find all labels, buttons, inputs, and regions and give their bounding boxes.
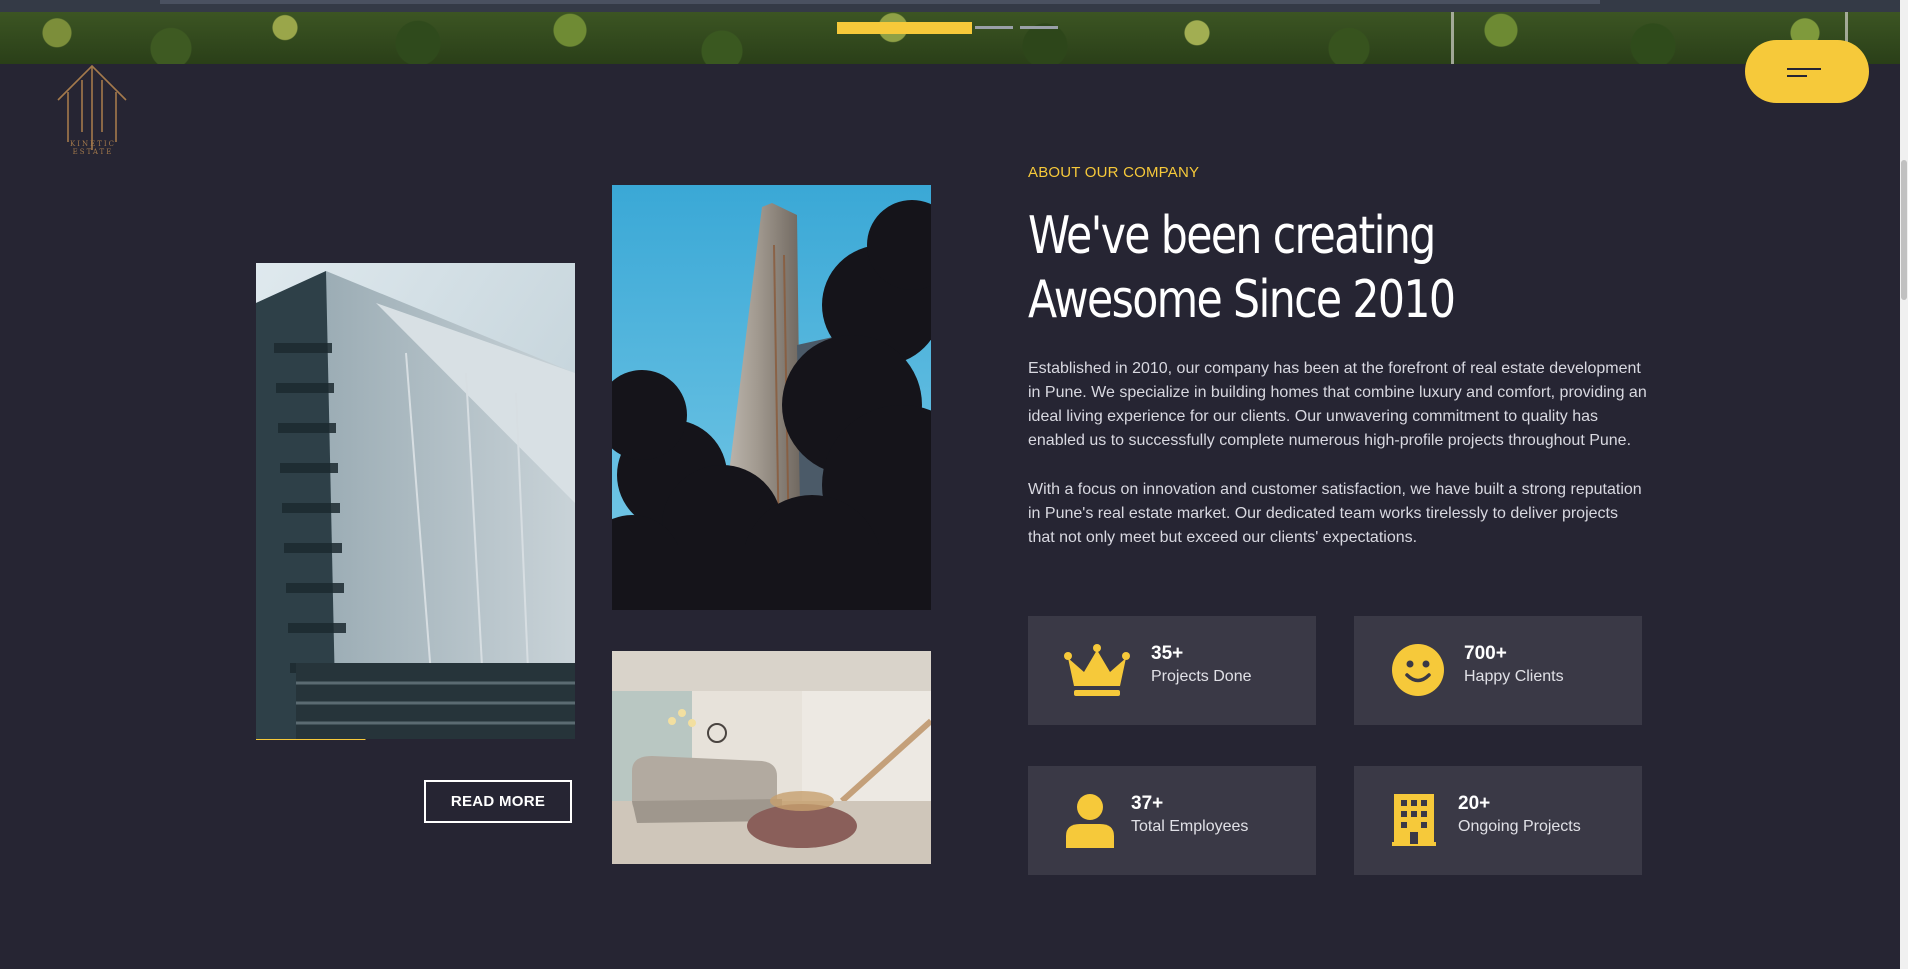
crown-icon xyxy=(1064,644,1130,696)
stat-label: Ongoing Projects xyxy=(1458,818,1581,835)
stat-card-happy-clients: 700+ Happy Clients xyxy=(1354,616,1642,725)
building-photo-1 xyxy=(256,263,575,739)
headline-line-2: Awesome Since 2010 xyxy=(1028,270,1456,330)
logo-text: KINETIC ESTATE xyxy=(69,140,117,156)
scrollbar[interactable] xyxy=(1900,0,1908,969)
section-eyebrow: ABOUT OUR COMPANY xyxy=(1028,164,1200,181)
smiley-icon xyxy=(1392,644,1444,696)
stat-label: Total Employees xyxy=(1131,818,1249,835)
slider-indicator-3[interactable] xyxy=(1020,26,1058,29)
building-photo-2 xyxy=(612,185,931,610)
stat-card-total-employees: 37+ Total Employees xyxy=(1028,766,1316,875)
interior-photo xyxy=(612,651,931,864)
stat-value: 20+ xyxy=(1458,793,1491,814)
stat-label: Projects Done xyxy=(1151,668,1252,685)
stat-card-projects-done: 35+ Projects Done xyxy=(1028,616,1316,725)
read-more-button[interactable]: READ MORE xyxy=(424,780,572,823)
stat-label: Happy Clients xyxy=(1464,668,1564,685)
menu-button[interactable] xyxy=(1745,40,1869,103)
stat-value: 37+ xyxy=(1131,793,1164,814)
building-icon xyxy=(1392,794,1436,846)
user-icon xyxy=(1066,794,1114,848)
slider-indicator-1[interactable] xyxy=(837,22,972,34)
stat-value: 35+ xyxy=(1151,643,1184,664)
about-paragraph-1: Established in 2010, our company has bee… xyxy=(1028,360,1647,449)
headline-line-1: We've been creating xyxy=(1028,206,1436,266)
scrollbar-thumb[interactable] xyxy=(1901,160,1907,300)
stat-value: 700+ xyxy=(1464,643,1507,664)
stat-card-ongoing-projects: 20+ Ongoing Projects xyxy=(1354,766,1642,875)
hero-slider-strip xyxy=(0,12,1900,64)
about-paragraph-2: With a focus on innovation and customer … xyxy=(1028,481,1642,546)
slider-indicator-2[interactable] xyxy=(975,26,1013,29)
top-bar xyxy=(0,0,1908,12)
menu-lines-icon xyxy=(1787,68,1821,70)
section-headline: We've been creating Awesome Since 2010 xyxy=(1028,204,1520,332)
